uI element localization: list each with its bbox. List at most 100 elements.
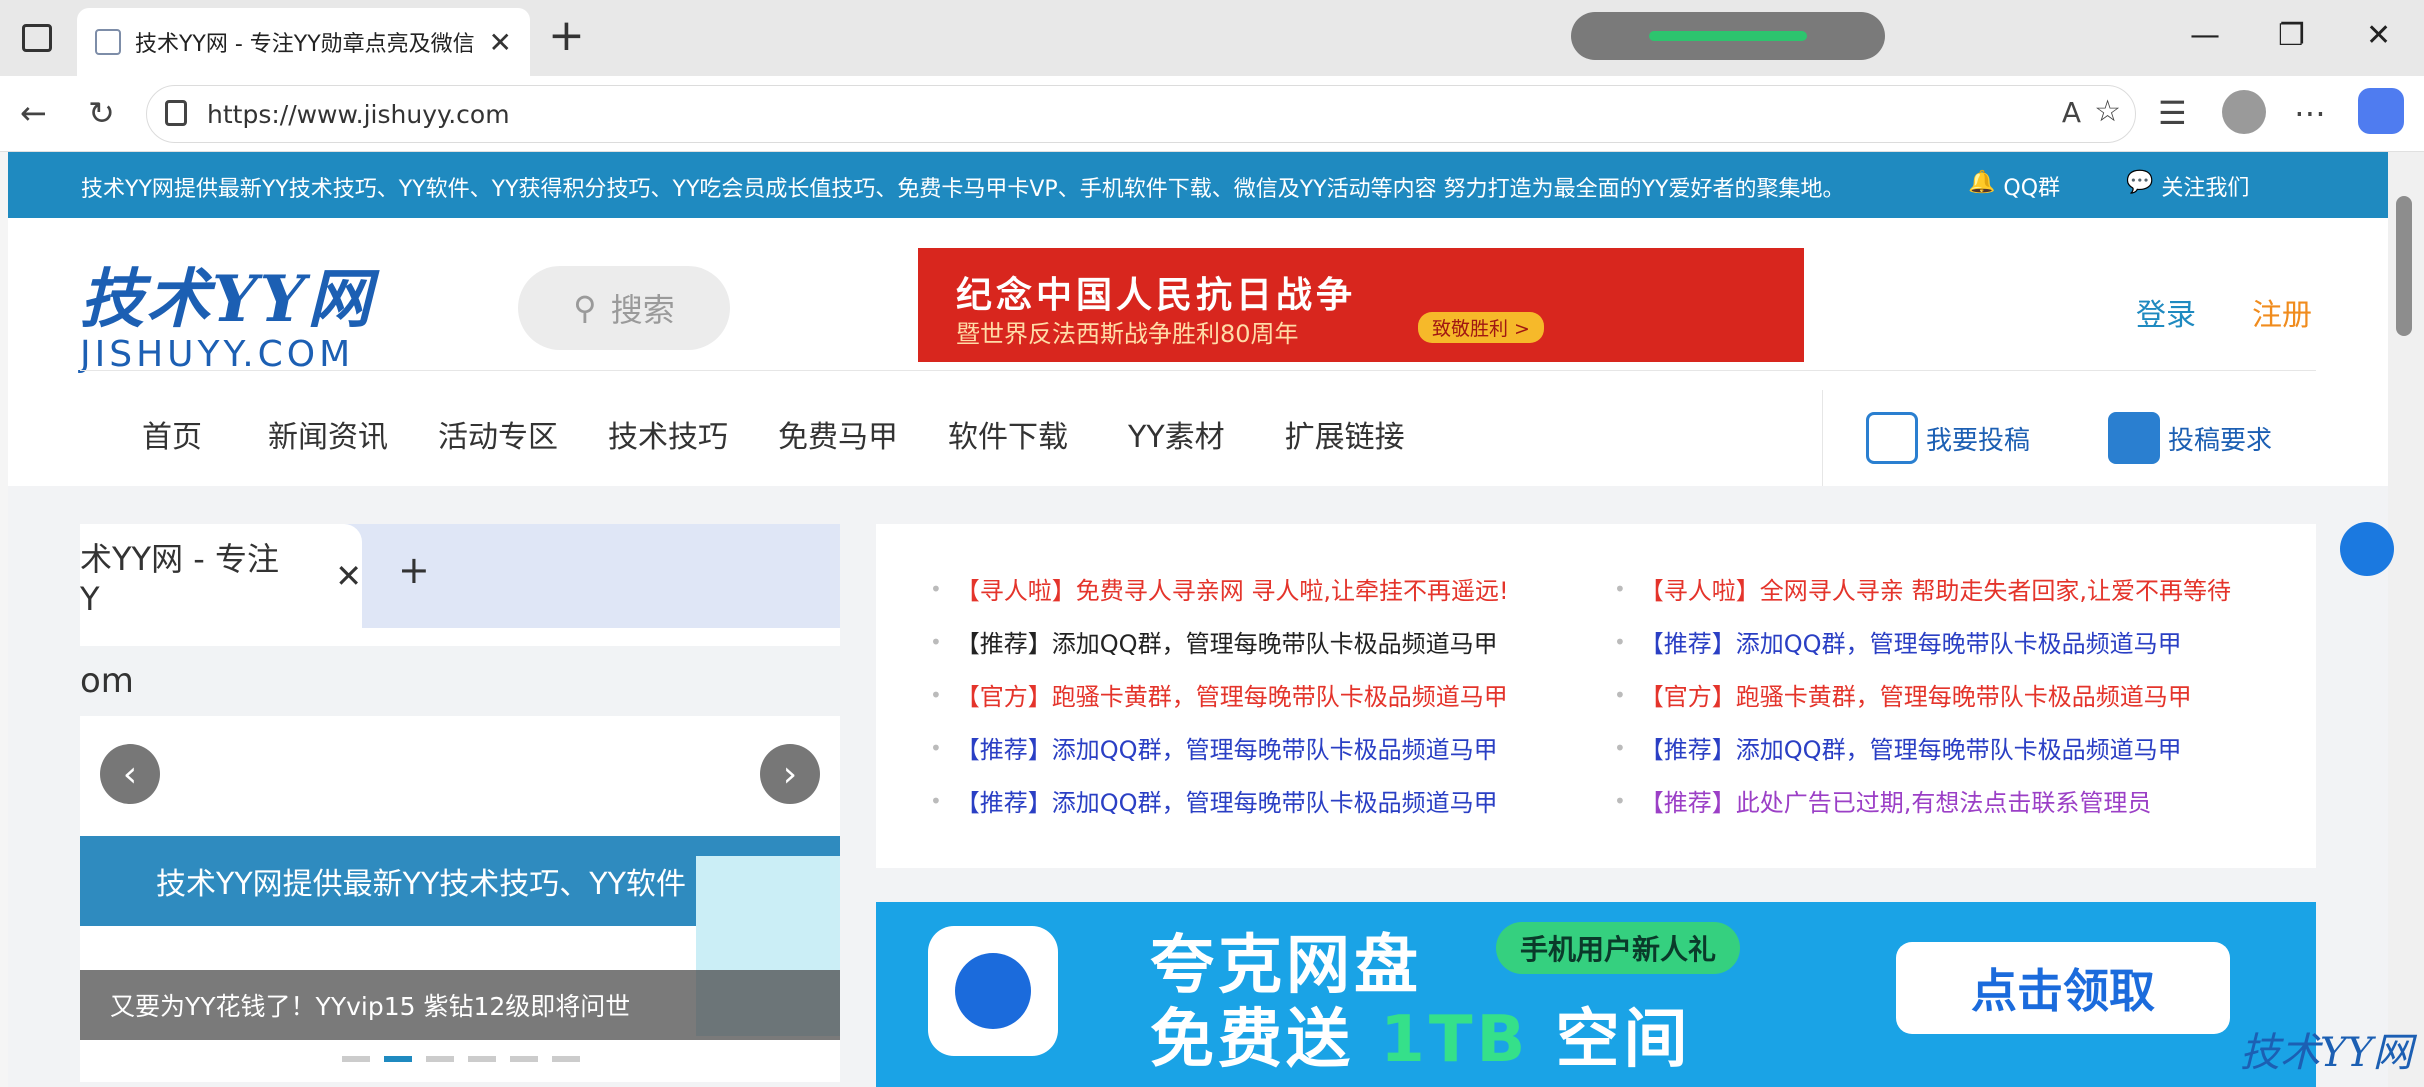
search-button[interactable]: ⚲ 搜索: [518, 266, 730, 350]
edit-icon: [1866, 412, 1918, 464]
site-intro-text: 技术YY网提供最新YY技术技巧、YY软件、YY获得积分技巧、YY吃会员成长值技巧…: [81, 177, 1845, 202]
ad-line2-pre: 免费送: [1150, 1003, 1381, 1077]
page-scrollbar[interactable]: [2388, 152, 2424, 1087]
qq-group-link[interactable]: 🔔 QQ群: [1968, 170, 2060, 202]
news-item[interactable]: 【推荐】添加QQ群，管理每晚带队卡极品频道马甲: [1614, 721, 2231, 774]
logo-cn: 技术YY网: [80, 262, 374, 337]
carousel-tab-close: ✕: [335, 557, 362, 595]
ad-line2: 免费送 1TB 空间: [1150, 988, 1692, 1080]
nav-free-vest[interactable]: 免费马甲: [778, 412, 898, 456]
carousel-tab-text: 术YY网 - 专注Y: [80, 540, 279, 618]
quark-ad-banner[interactable]: 夸克网盘 手机用户新人礼 免费送 1TB 空间 点击领取: [876, 902, 2316, 1087]
news-item[interactable]: 【寻人啦】全网寻人寻亲 帮助走失者回家,让爱不再等待: [1614, 562, 2231, 615]
tab-actions-icon[interactable]: [22, 24, 52, 52]
copilot-icon[interactable]: [2358, 88, 2404, 134]
nav-news[interactable]: 新闻资讯: [268, 412, 388, 456]
favorite-star-icon[interactable]: ☆: [2094, 94, 2121, 129]
anniversary-banner[interactable]: 纪念中国人民抗日战争 暨世界反法西斯战争胜利80周年 致敬胜利 >: [918, 248, 1804, 362]
web-page: 技术YY网提供最新YY技术技巧、YY软件、YY获得积分技巧、YY吃会员成长值技巧…: [8, 152, 2388, 1087]
more-menu-icon[interactable]: ⋯: [2294, 94, 2326, 132]
favorites-icon[interactable]: ☰: [2158, 94, 2187, 132]
news-item[interactable]: 【官方】跑骚卡黄群，管理每晚带队卡极品频道马甲: [1614, 668, 2231, 721]
submission-rules-label: 投稿要求: [2168, 425, 2273, 456]
news-list: 【寻人啦】免费寻人寻亲网 寻人啦,让牵挂不再遥远! 【推荐】添加QQ群，管理每晚…: [876, 524, 2316, 868]
close-window-button[interactable]: ✕: [2366, 18, 2391, 53]
news-column-left: 【寻人啦】免费寻人寻亲网 寻人啦,让牵挂不再遥远! 【推荐】添加QQ群，管理每晚…: [930, 562, 1509, 827]
ad-claim-button[interactable]: 点击领取: [1896, 942, 2230, 1034]
search-icon: ⚲: [573, 289, 597, 327]
news-item[interactable]: 【推荐】此处广告已过期,有想法点击联系管理员: [1614, 774, 2231, 827]
carousel-caption[interactable]: 又要为YY花钱了！YYvip15 紫钻12级即将问世: [80, 970, 840, 1040]
lock-icon: [165, 100, 187, 126]
carousel-dot-active[interactable]: [384, 1056, 412, 1062]
message-icon: [2108, 412, 2160, 464]
carousel-url: om: [80, 646, 840, 716]
minimize-button[interactable]: —: [2190, 18, 2220, 53]
banner-tag: 致敬胜利 >: [1418, 312, 1544, 343]
qq-icon: 🔔: [1968, 170, 1996, 195]
tab-close-icon[interactable]: ✕: [489, 26, 512, 59]
site-header: 技术YY网 JISHUYY.COM ⚲ 搜索 纪念中国人民抗日战争 暨世界反法西…: [8, 218, 2388, 486]
nav-tips[interactable]: 技术技巧: [608, 412, 728, 456]
qq-group-label: QQ群: [2003, 176, 2061, 201]
restore-button[interactable]: ❐: [2278, 18, 2305, 53]
carousel-dot[interactable]: [552, 1056, 580, 1062]
submission-rules-link[interactable]: 投稿要求: [2108, 412, 2272, 464]
banner-title: 纪念中国人民抗日战争: [956, 275, 1357, 316]
nav-materials[interactable]: YY素材: [1128, 412, 1225, 456]
nav-divider: [1822, 390, 1823, 486]
page-favicon-icon: [95, 29, 121, 55]
logo-en: JISHUYY.COM: [80, 334, 355, 375]
nav-software[interactable]: 软件下载: [948, 412, 1068, 456]
follow-us-label: 关注我们: [2161, 176, 2250, 201]
ad-tag: 手机用户新人礼: [1496, 922, 1741, 974]
news-item[interactable]: 【官方】跑骚卡黄群，管理每晚带队卡极品频道马甲: [930, 668, 1509, 721]
quark-logo-icon: [928, 926, 1058, 1056]
featured-carousel[interactable]: 术YY网 - 专注Y ✕ + om ‹ › 技术YY网提供最新YY技术技巧、YY…: [80, 524, 840, 1082]
floating-chat-button[interactable]: [2340, 522, 2394, 576]
carousel-dot[interactable]: [426, 1056, 454, 1062]
register-link[interactable]: 注册: [2252, 290, 2312, 334]
carousel-tab-plus: +: [398, 548, 430, 592]
tab-title: 技术YY网 - 专注YY勋章点亮及微信: [134, 32, 475, 57]
site-logo[interactable]: 技术YY网 JISHUYY.COM: [80, 248, 373, 375]
carousel-dot[interactable]: [342, 1056, 370, 1062]
submit-article-link[interactable]: 我要投稿: [1866, 412, 2030, 464]
address-bar[interactable]: https://www.jishuyy.com A ☆: [146, 85, 2136, 143]
read-aloud-icon[interactable]: A: [2062, 96, 2081, 129]
carousel-tabbar: 术YY网 - 专注Y ✕ +: [80, 524, 840, 628]
submit-article-label: 我要投稿: [1926, 425, 2031, 456]
new-tab-button[interactable]: +: [548, 10, 585, 61]
watermark-logo: 技术YY网: [2240, 1030, 2413, 1076]
carousel-dot[interactable]: [510, 1056, 538, 1062]
ad-line2-highlight: 1TB: [1380, 1003, 1530, 1077]
login-link[interactable]: 登录: [2136, 290, 2196, 334]
nav-links[interactable]: 扩展链接: [1285, 412, 1405, 456]
profile-avatar-icon[interactable]: [2222, 90, 2266, 134]
search-label: 搜索: [610, 291, 675, 329]
news-item[interactable]: 【推荐】添加QQ群，管理每晚带队卡极品频道马甲: [930, 615, 1509, 668]
news-item[interactable]: 【推荐】添加QQ群，管理每晚带队卡极品频道马甲: [930, 721, 1509, 774]
wechat-icon: 💬: [2126, 170, 2154, 195]
profile-pill[interactable]: [1571, 12, 1885, 60]
scrollbar-thumb[interactable]: [2396, 196, 2412, 336]
follow-us-link[interactable]: 💬 关注我们: [2126, 170, 2249, 202]
carousel-next-button[interactable]: ›: [760, 744, 820, 804]
carousel-dot[interactable]: [468, 1056, 496, 1062]
refresh-icon[interactable]: ↻: [88, 94, 115, 132]
ad-line2-post: 空间: [1529, 1003, 1692, 1077]
browser-tab-active[interactable]: 技术YY网 - 专注YY勋章点亮及微信 ✕: [77, 8, 530, 76]
main-nav: 首页 新闻资讯 活动专区 技术技巧 免费马甲 软件下载 YY素材 扩展链接: [80, 394, 1405, 474]
url-text: https://www.jishuyy.com: [207, 99, 510, 129]
site-top-bar: 技术YY网提供最新YY技术技巧、YY软件、YY获得积分技巧、YY吃会员成长值技巧…: [8, 152, 2388, 218]
news-item[interactable]: 【寻人啦】免费寻人寻亲网 寻人啦,让牵挂不再遥远!: [930, 562, 1509, 615]
carousel-dots: [342, 1056, 580, 1062]
nav-activities[interactable]: 活动专区: [438, 412, 558, 456]
header-divider: [80, 370, 2316, 371]
news-item[interactable]: 【推荐】添加QQ群，管理每晚带队卡极品频道马甲: [1614, 615, 2231, 668]
carousel-prev-button[interactable]: ‹: [100, 744, 160, 804]
back-icon[interactable]: ←: [20, 94, 47, 132]
nav-home[interactable]: 首页: [142, 412, 202, 456]
browser-toolbar: ← ↻ https://www.jishuyy.com A ☆ ☰ ⋯: [0, 76, 2424, 152]
news-item[interactable]: 【推荐】添加QQ群，管理每晚带队卡极品频道马甲: [930, 774, 1509, 827]
